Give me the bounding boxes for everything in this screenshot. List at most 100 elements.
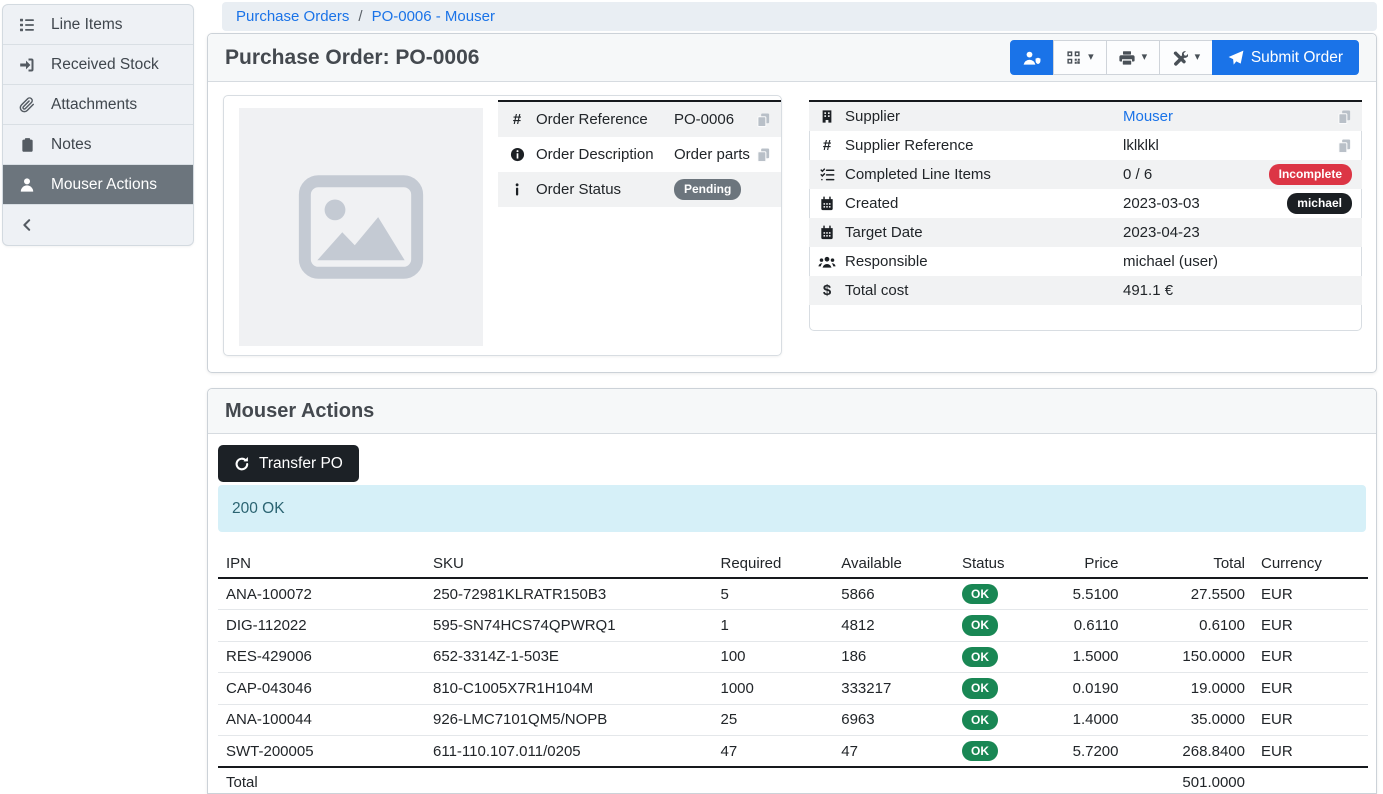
table-header-row: IPN SKU Required Available Status Price … bbox=[218, 550, 1368, 578]
cell-price: 1.5000 bbox=[1058, 641, 1127, 672]
cell-ipn: ANA-100072 bbox=[218, 578, 425, 610]
supplier-details-card: Supplier Mouser # Supplier Reference lkl… bbox=[809, 101, 1362, 331]
cell-available: 333217 bbox=[833, 673, 954, 704]
sidebar-item-label: Mouser Actions bbox=[51, 176, 157, 194]
sign-in-icon bbox=[3, 57, 51, 73]
status-alert-text: 200 OK bbox=[232, 500, 285, 518]
cell-price: 5.5100 bbox=[1058, 578, 1127, 610]
sidebar-item-notes[interactable]: Notes bbox=[3, 125, 193, 165]
sidebar-item-received-stock[interactable]: Received Stock bbox=[3, 45, 193, 85]
detail-row-order-description: Order Description Order parts bbox=[498, 137, 781, 172]
cell-required: 47 bbox=[713, 735, 834, 767]
submit-order-button[interactable]: Submit Order bbox=[1212, 40, 1359, 75]
detail-label: Supplier bbox=[845, 108, 1123, 125]
cell-sku: 595-SN74HCS74QPWRQ1 bbox=[425, 610, 713, 641]
breadcrumb-separator: / bbox=[358, 8, 362, 25]
cell-price: 5.7200 bbox=[1058, 735, 1127, 767]
copy-icon[interactable] bbox=[1337, 109, 1362, 125]
cell-status: OK bbox=[954, 673, 1058, 704]
cell-ipn: ANA-100044 bbox=[218, 704, 425, 735]
cell-available: 47 bbox=[833, 735, 954, 767]
cell-status: OK bbox=[954, 578, 1058, 610]
col-required: Required bbox=[713, 550, 834, 578]
cell-status: OK bbox=[954, 704, 1058, 735]
cell-available: 186 bbox=[833, 641, 954, 672]
cell-ipn: CAP-043046 bbox=[218, 673, 425, 704]
supplier-details-table: Supplier Mouser # Supplier Reference lkl… bbox=[809, 100, 1362, 305]
cell-sku: 652-3314Z-1-503E bbox=[425, 641, 713, 672]
cell-currency: EUR bbox=[1253, 704, 1368, 735]
mouser-actions-header: Mouser Actions bbox=[208, 389, 1376, 434]
list-check-icon bbox=[809, 167, 845, 182]
clipboard-icon bbox=[3, 137, 51, 153]
print-menu-button[interactable]: ▾ bbox=[1106, 40, 1160, 75]
breadcrumb-link-purchase-orders[interactable]: Purchase Orders bbox=[236, 8, 349, 25]
cell-sku: 810-C1005X7R1H104M bbox=[425, 673, 713, 704]
hashtag-icon: # bbox=[809, 137, 845, 154]
cell-ipn: RES-429006 bbox=[218, 641, 425, 672]
cell-ipn: SWT-200005 bbox=[218, 735, 425, 767]
building-icon bbox=[809, 109, 845, 124]
ok-badge: OK bbox=[962, 615, 998, 635]
copy-icon[interactable] bbox=[756, 147, 781, 163]
mouser-actions-body: Transfer PO 200 OK IPN SKU Required Avai… bbox=[208, 434, 1376, 794]
copy-icon[interactable] bbox=[756, 112, 781, 128]
sidebar-collapse[interactable] bbox=[3, 205, 193, 245]
tools-menu-button[interactable]: ▾ bbox=[1159, 40, 1213, 75]
ok-badge: OK bbox=[962, 647, 998, 667]
transfer-po-label: Transfer PO bbox=[259, 455, 343, 473]
printer-icon bbox=[1119, 50, 1135, 66]
detail-value: michael (user) bbox=[1123, 253, 1218, 270]
sidebar-item-label: Received Stock bbox=[51, 56, 159, 74]
sidebar-item-mouser-actions[interactable]: Mouser Actions bbox=[3, 165, 193, 205]
footer-total: 501.0000 bbox=[1127, 767, 1254, 794]
cell-status: OK bbox=[954, 641, 1058, 672]
cell-price: 1.4000 bbox=[1058, 704, 1127, 735]
submit-order-label: Submit Order bbox=[1251, 49, 1343, 67]
cell-total: 35.0000 bbox=[1127, 704, 1254, 735]
purchase-order-panel-body: # Order Reference PO-0006 Order Descript… bbox=[208, 82, 1376, 373]
detail-label: Responsible bbox=[845, 253, 1123, 270]
detail-label: Order Status bbox=[536, 181, 674, 198]
cell-ipn: DIG-112022 bbox=[218, 610, 425, 641]
chevron-left-icon bbox=[3, 218, 51, 232]
purchase-order-panel-header: Purchase Order: PO-0006 ▾ bbox=[208, 34, 1376, 82]
sidebar-item-attachments[interactable]: Attachments bbox=[3, 85, 193, 125]
col-currency: Currency bbox=[1253, 550, 1368, 578]
detail-value: 0 / 6 bbox=[1123, 166, 1152, 183]
detail-row-total-cost: $ Total cost 491.1 € bbox=[809, 276, 1362, 305]
breadcrumb-link-current[interactable]: PO-0006 - Mouser bbox=[372, 8, 495, 25]
cell-available: 5866 bbox=[833, 578, 954, 610]
order-toolbar: ▾ ▾ ▾ Submi bbox=[1010, 40, 1359, 75]
user-shield-icon bbox=[1022, 50, 1042, 66]
tools-icon bbox=[1172, 50, 1188, 66]
transfer-po-button[interactable]: Transfer PO bbox=[218, 445, 359, 482]
barcode-menu-button[interactable]: ▾ bbox=[1053, 40, 1107, 75]
admin-button[interactable] bbox=[1010, 40, 1054, 75]
detail-label: Completed Line Items bbox=[845, 166, 1123, 183]
table-row: DIG-112022 595-SN74HCS74QPWRQ1 1 4812 OK… bbox=[218, 610, 1368, 641]
mouser-actions-title: Mouser Actions bbox=[225, 400, 374, 423]
col-total: Total bbox=[1127, 550, 1254, 578]
cell-total: 19.0000 bbox=[1127, 673, 1254, 704]
cell-available: 6963 bbox=[833, 704, 954, 735]
detail-row-completed-line-items: Completed Line Items 0 / 6 Incomplete bbox=[809, 160, 1362, 189]
cell-required: 1000 bbox=[713, 673, 834, 704]
incomplete-badge: Incomplete bbox=[1269, 164, 1352, 184]
supplier-link[interactable]: Mouser bbox=[1123, 108, 1173, 125]
detail-label: Order Description bbox=[536, 146, 674, 163]
chevron-down-icon: ▾ bbox=[1088, 52, 1094, 63]
sidebar-item-label: Line Items bbox=[51, 16, 123, 34]
dollar-icon: $ bbox=[809, 282, 845, 299]
calendar-icon bbox=[809, 196, 845, 211]
cell-total: 268.8400 bbox=[1127, 735, 1254, 767]
cell-currency: EUR bbox=[1253, 641, 1368, 672]
cell-total: 27.5500 bbox=[1127, 578, 1254, 610]
col-price: Price bbox=[1058, 550, 1127, 578]
table-row: ANA-100044 926-LMC7101QM5/NOPB 25 6963 O… bbox=[218, 704, 1368, 735]
chevron-down-icon: ▾ bbox=[1195, 52, 1201, 63]
sidebar: Line Items Received Stock Attachments No… bbox=[2, 4, 194, 246]
copy-icon[interactable] bbox=[1337, 138, 1362, 154]
page-title: Purchase Order: PO-0006 bbox=[225, 46, 479, 70]
sidebar-item-line-items[interactable]: Line Items bbox=[3, 5, 193, 45]
